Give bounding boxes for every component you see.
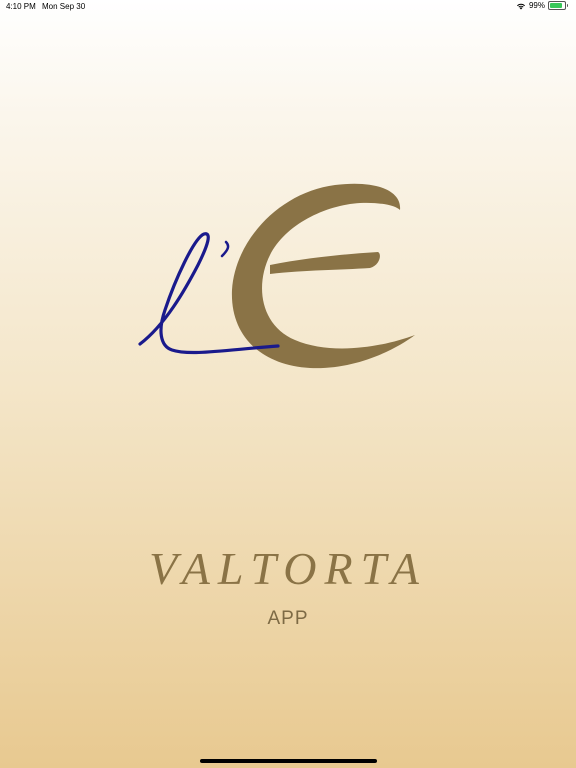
logo-apostrophe — [220, 240, 230, 258]
lE-monogram-logo — [138, 183, 415, 369]
status-bar: 4:10 PM Mon Sep 30 99% — [0, 0, 576, 14]
status-time: 4:10 PM — [6, 2, 36, 11]
wifi-icon — [516, 3, 525, 9]
logo-e-crossbar — [270, 252, 380, 274]
status-date: Mon Sep 30 — [42, 2, 86, 11]
logo-letter-e — [231, 183, 415, 369]
app-subtitle: APP — [267, 608, 309, 629]
battery-percent: 99% — [528, 1, 545, 10]
status-indicators: 99% — [516, 1, 568, 10]
home-indicator[interactable] — [200, 759, 377, 763]
battery-icon — [548, 1, 568, 10]
app-title: VALTORTA — [149, 543, 427, 594]
